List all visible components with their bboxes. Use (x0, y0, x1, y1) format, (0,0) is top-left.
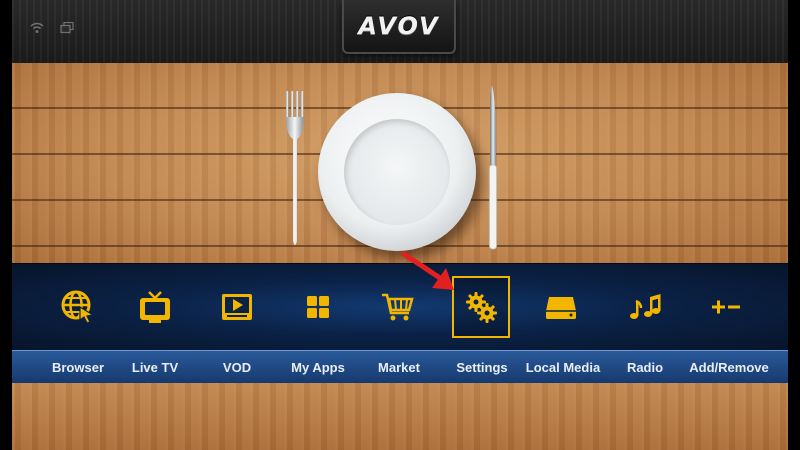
menu-icon-vod[interactable] (208, 276, 266, 338)
logo: AVOV (342, 0, 456, 54)
shopping-cart-icon (382, 293, 414, 321)
wifi-icon (30, 22, 44, 33)
menu-icon-radio[interactable] (615, 276, 673, 338)
wood-footer (12, 383, 788, 450)
menu-label-add-remove[interactable]: Add/Remove (679, 360, 779, 375)
status-icons (30, 22, 74, 34)
red-arrow-icon (401, 251, 454, 290)
hard-drive-icon (546, 297, 576, 319)
gears-icon (466, 292, 497, 323)
tv-icon (140, 291, 170, 323)
plate (318, 93, 476, 251)
video-play-icon (222, 294, 252, 320)
menu-icon-add-remove[interactable] (697, 276, 755, 338)
globe-cursor-icon (61, 290, 95, 324)
menu-icon-browser[interactable] (49, 276, 107, 338)
plus-minus-icon (712, 300, 740, 314)
apps-grid-icon (307, 296, 329, 318)
menu-icon-local-media[interactable] (532, 276, 590, 338)
network-icon (60, 22, 74, 34)
wood-banner (12, 63, 788, 263)
knife-icon (489, 85, 497, 250)
menu-icon-settings[interactable] (452, 276, 510, 338)
menu-label-bar: Browser Live TV VOD My Apps Market Setti… (12, 350, 788, 384)
app-screen: AVOV Browser Live TV VOD My Apps Market … (12, 0, 788, 450)
music-note-icon (630, 294, 661, 319)
menu-icon-my-apps[interactable] (289, 276, 347, 338)
top-bar: AVOV (12, 0, 788, 65)
menu-icon-live-tv[interactable] (126, 276, 184, 338)
fork-icon (286, 91, 304, 245)
logo-text: AVOV (358, 12, 440, 40)
plate-center (344, 119, 450, 225)
